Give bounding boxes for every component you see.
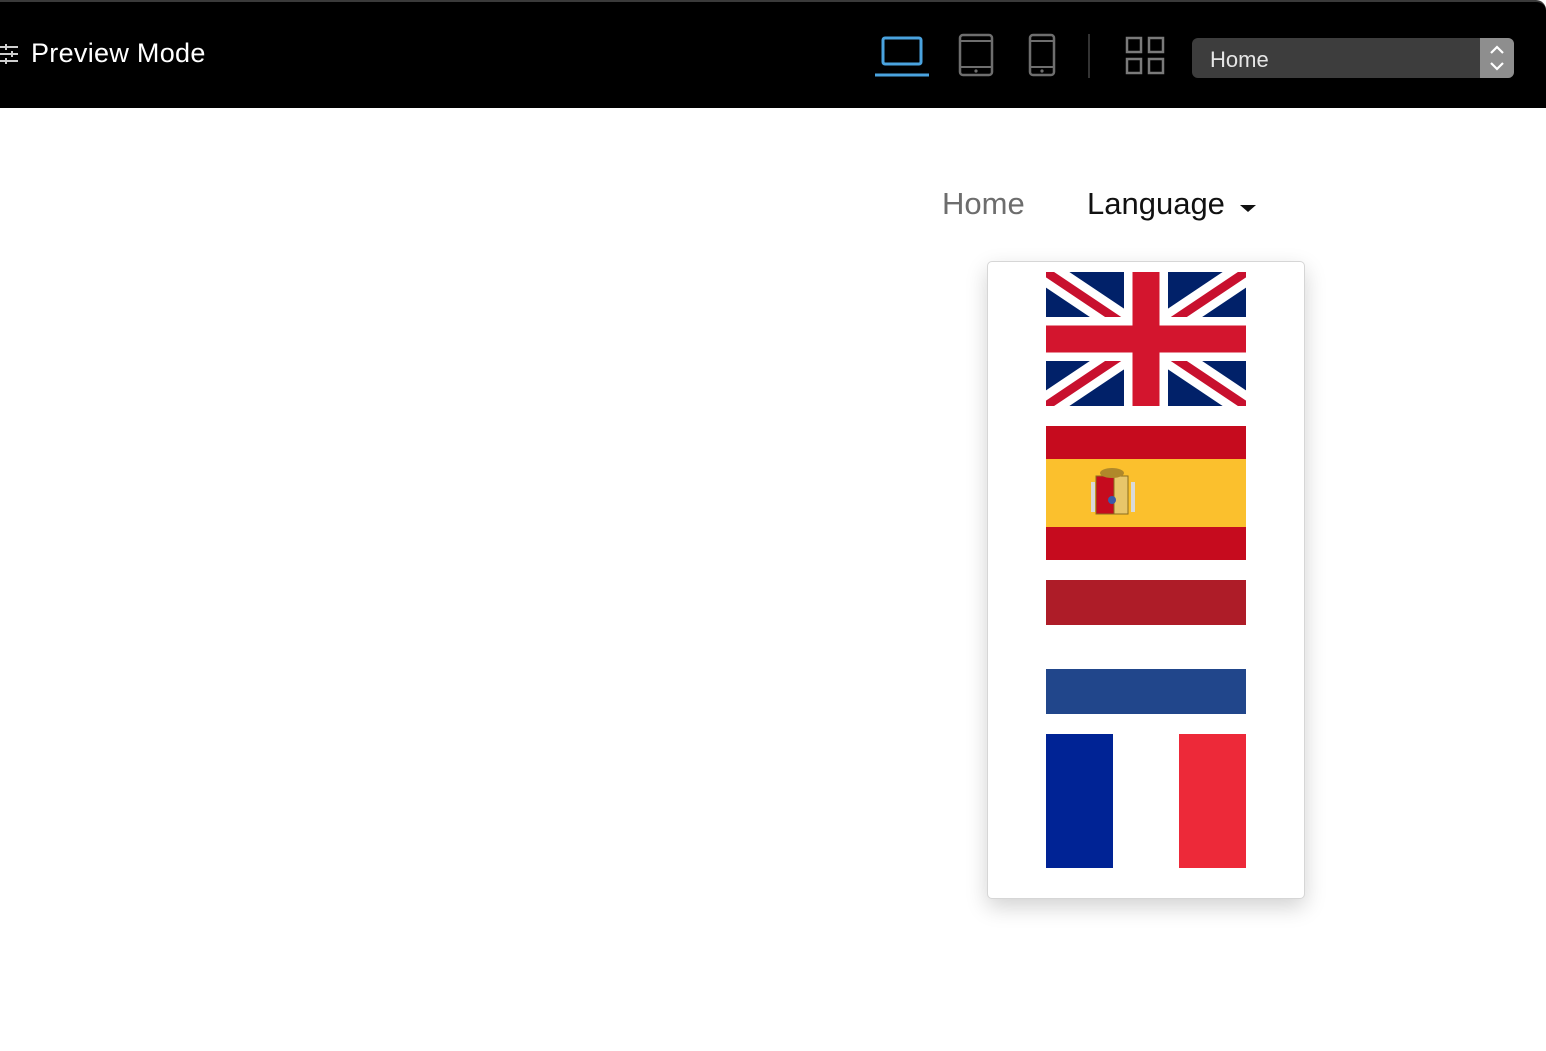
netherlands-flag-icon (1046, 580, 1246, 714)
caret-down-icon[interactable] (1240, 205, 1256, 212)
pages-grid-button[interactable] (1124, 35, 1168, 77)
uk-flag-icon (1046, 272, 1246, 406)
nav-home-link[interactable]: Home (942, 186, 1025, 222)
tablet-view-button[interactable] (957, 32, 995, 78)
language-option-spanish[interactable] (1046, 426, 1246, 560)
phone-view-button[interactable] (1027, 32, 1057, 78)
france-flag-icon (1046, 734, 1246, 868)
spain-flag-icon (1046, 426, 1246, 560)
page-select-value: Home (1210, 47, 1269, 72)
nav-language-dropdown[interactable]: Language (1087, 186, 1225, 222)
tablet-icon (957, 32, 995, 78)
language-option-dutch[interactable] (1046, 580, 1246, 714)
preview-toolbar: Preview Mode Home (0, 0, 1546, 108)
chevron-up-down-icon[interactable] (1480, 38, 1514, 78)
desktop-view-button[interactable] (873, 32, 931, 78)
toolbar-title: Preview Mode (31, 38, 206, 68)
language-option-french[interactable] (1046, 734, 1246, 868)
grid-icon (1124, 36, 1168, 81)
language-dropdown-menu (987, 261, 1305, 899)
settings-sliders-icon[interactable] (0, 43, 20, 65)
toolbar-divider (1088, 34, 1090, 78)
language-option-english[interactable] (1046, 272, 1246, 406)
site-navigation: Home Language (0, 186, 1546, 226)
phone-icon (1027, 32, 1057, 78)
page-select[interactable]: Home (1192, 38, 1514, 78)
laptop-icon (873, 32, 931, 78)
